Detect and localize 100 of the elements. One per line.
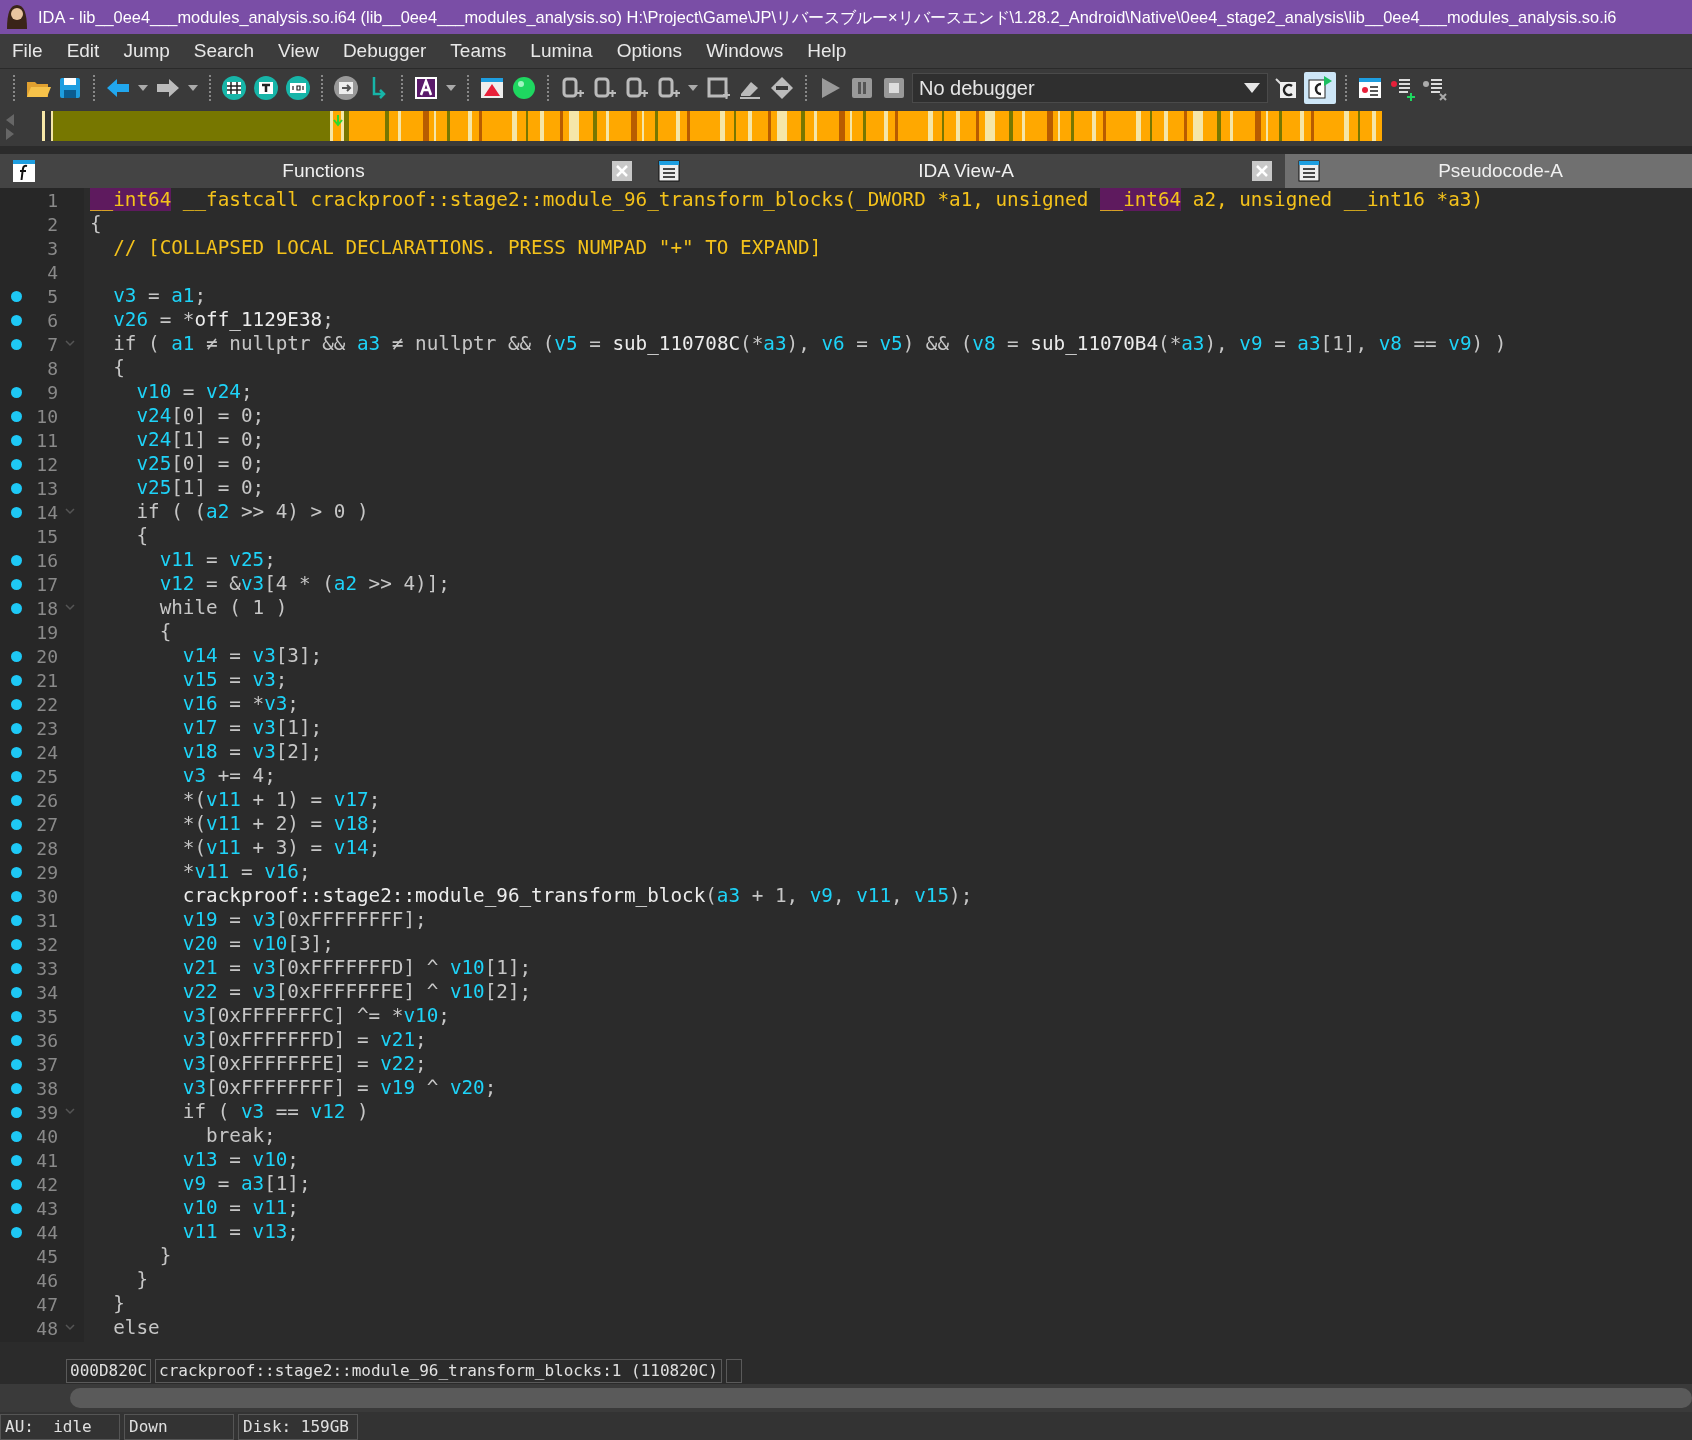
code-line: v11 = v25; xyxy=(158,548,276,572)
menu-item[interactable]: Search xyxy=(181,34,267,68)
line-number: 27 xyxy=(35,812,58,837)
line-number: 11 xyxy=(35,428,58,453)
debugger-select[interactable]: No debugger xyxy=(912,72,1268,103)
code-line: v14 = v3[3]; xyxy=(181,644,323,668)
line-number: 5 xyxy=(46,284,58,309)
line-number: 46 xyxy=(35,1268,58,1293)
line-number: 23 xyxy=(35,716,58,741)
line-number: 44 xyxy=(35,1220,58,1245)
code-line: crackproof::stage2::module_96_transform_block(a3 + 1, v9, v11, v15); xyxy=(181,884,973,908)
line-number: 7 xyxy=(46,332,58,357)
code-line: v3 += 4; xyxy=(181,764,276,788)
code-line: v12 = &v3[4 * (a2 >> 4)]; xyxy=(158,572,450,596)
code-line: v13 = v10; xyxy=(181,1148,299,1172)
status-field: Disk: 159GB xyxy=(238,1414,358,1440)
code-line: v16 = *v3; xyxy=(181,692,299,716)
line-number: 47 xyxy=(35,1292,58,1317)
code-line: break; xyxy=(205,1124,276,1148)
export-icon[interactable] xyxy=(332,73,360,102)
line-number: 48 xyxy=(35,1316,58,1341)
list-icon xyxy=(657,159,681,183)
menu-item[interactable]: Edit xyxy=(54,34,112,68)
line-number: 17 xyxy=(35,572,58,597)
line-number: 34 xyxy=(35,980,58,1005)
sync-pseudocode-icon[interactable] xyxy=(1304,71,1336,104)
line-number: 20 xyxy=(35,644,58,669)
code-line: if ( v3 == v12 ) xyxy=(181,1100,369,1124)
function-location-field: crackproof::stage2::module_96_transform_blocks:1 (110820C) xyxy=(155,1359,722,1383)
menu-item[interactable]: Lumina xyxy=(518,34,605,68)
code-line: v26 = *off_1129E38; xyxy=(112,308,334,332)
code-line: v17 = v3[1]; xyxy=(181,716,323,740)
code-line: else xyxy=(112,1316,160,1340)
line-number: 41 xyxy=(35,1148,58,1173)
code-line: *(v11 + 1) = v17; xyxy=(181,788,381,812)
code-line: v10 = v24; xyxy=(135,380,253,404)
close-icon[interactable] xyxy=(1251,160,1273,182)
code-line: while ( 1 ) xyxy=(158,596,288,620)
line-number: 42 xyxy=(35,1172,58,1197)
code-line: v25[1] = 0; xyxy=(135,476,265,500)
line-number: 30 xyxy=(35,884,58,909)
tab[interactable]: IDA View-A xyxy=(645,154,1285,188)
code-line: { xyxy=(158,620,172,644)
line-number: 32 xyxy=(35,932,58,957)
code-line: v25[0] = 0; xyxy=(135,452,265,476)
line-number: 25 xyxy=(35,764,58,789)
line-number: 35 xyxy=(35,1004,58,1029)
line-number: 37 xyxy=(35,1052,58,1077)
line-number: 29 xyxy=(35,860,58,885)
code-line: *(v11 + 2) = v18; xyxy=(181,812,381,836)
menu-item[interactable]: Debugger xyxy=(330,34,439,68)
binary-icon[interactable] xyxy=(284,73,312,102)
code-line: v11 = v13; xyxy=(181,1220,299,1244)
code-line: v19 = v3[0xFFFFFFFF]; xyxy=(181,908,427,932)
status-field: Down xyxy=(124,1414,234,1440)
line-number: 28 xyxy=(35,836,58,861)
line-number: 43 xyxy=(35,1196,58,1221)
grid-icon[interactable] xyxy=(220,73,248,102)
code-line: v3[0xFFFFFFFE] = v22; xyxy=(181,1052,427,1076)
menu-item[interactable]: Teams xyxy=(438,34,519,68)
menu-item[interactable]: Windows xyxy=(694,34,796,68)
code-line: v3[0xFFFFFFFC] ^= *v10; xyxy=(181,1004,450,1028)
tab[interactable]: Pseudocode-A xyxy=(1285,154,1692,188)
code-line: __int64 __fastcall crackproof::stage2::module_96_transform_blocks(_DWORD *a1, unsigned __int64 a2, unsigned __int16 *a3) xyxy=(89,188,1484,212)
function-icon xyxy=(12,159,36,183)
menu-item[interactable]: File xyxy=(0,34,55,68)
menu-item[interactable]: Help xyxy=(795,34,859,68)
line-number: 1 xyxy=(46,188,58,213)
line-number: 38 xyxy=(35,1076,58,1101)
line-number: 2 xyxy=(46,212,58,237)
tab[interactable]: Functions xyxy=(0,154,645,188)
code-line: v3[0xFFFFFFFF] = v19 ^ v20; xyxy=(181,1076,497,1100)
code-line: v3 = a1; xyxy=(112,284,207,308)
code-line: v3[0xFFFFFFFD] = v21; xyxy=(181,1028,427,1052)
text-icon[interactable] xyxy=(252,73,280,102)
menu-item[interactable]: View xyxy=(266,34,331,68)
line-number: 40 xyxy=(35,1124,58,1149)
line-number: 8 xyxy=(46,356,58,381)
line-number: 6 xyxy=(46,308,58,333)
scrollbar-thumb[interactable] xyxy=(70,1388,1692,1408)
line-number: 33 xyxy=(35,956,58,981)
code-line: v10 = v11; xyxy=(181,1196,299,1220)
code-line: v24[0] = 0; xyxy=(135,404,265,428)
line-number: 24 xyxy=(35,740,58,765)
menu-item[interactable]: Jump xyxy=(111,34,182,68)
line-number: 19 xyxy=(35,620,58,645)
close-icon[interactable] xyxy=(611,160,633,182)
line-number: 39 xyxy=(35,1100,58,1125)
code-line: } xyxy=(135,1268,149,1292)
line-number: 9 xyxy=(46,380,58,405)
line-number: 18 xyxy=(35,596,58,621)
code-line: { xyxy=(112,356,125,380)
line-number: 12 xyxy=(35,452,58,477)
code-line: v9 = a3[1]; xyxy=(181,1172,311,1196)
menu-item[interactable]: Options xyxy=(604,34,695,68)
code-line: { xyxy=(89,212,102,236)
window-title: IDA - lib__0ee4___modules_analysis.so.i64 (lib__0ee4___modules_analysis.so) H:\Project\Game\JP\リバースブルー×リバースエンド\1.28.2_Android\Native\0ee4_stage2_analysis\lib__0ee4___modules_analysis.so.i6 xyxy=(38,6,1617,29)
dropdown-arrow-icon xyxy=(1243,80,1261,95)
code-line: v24[1] = 0; xyxy=(135,428,265,452)
code-line: if ( (a2 >> 4) > 0 ) xyxy=(135,500,369,524)
